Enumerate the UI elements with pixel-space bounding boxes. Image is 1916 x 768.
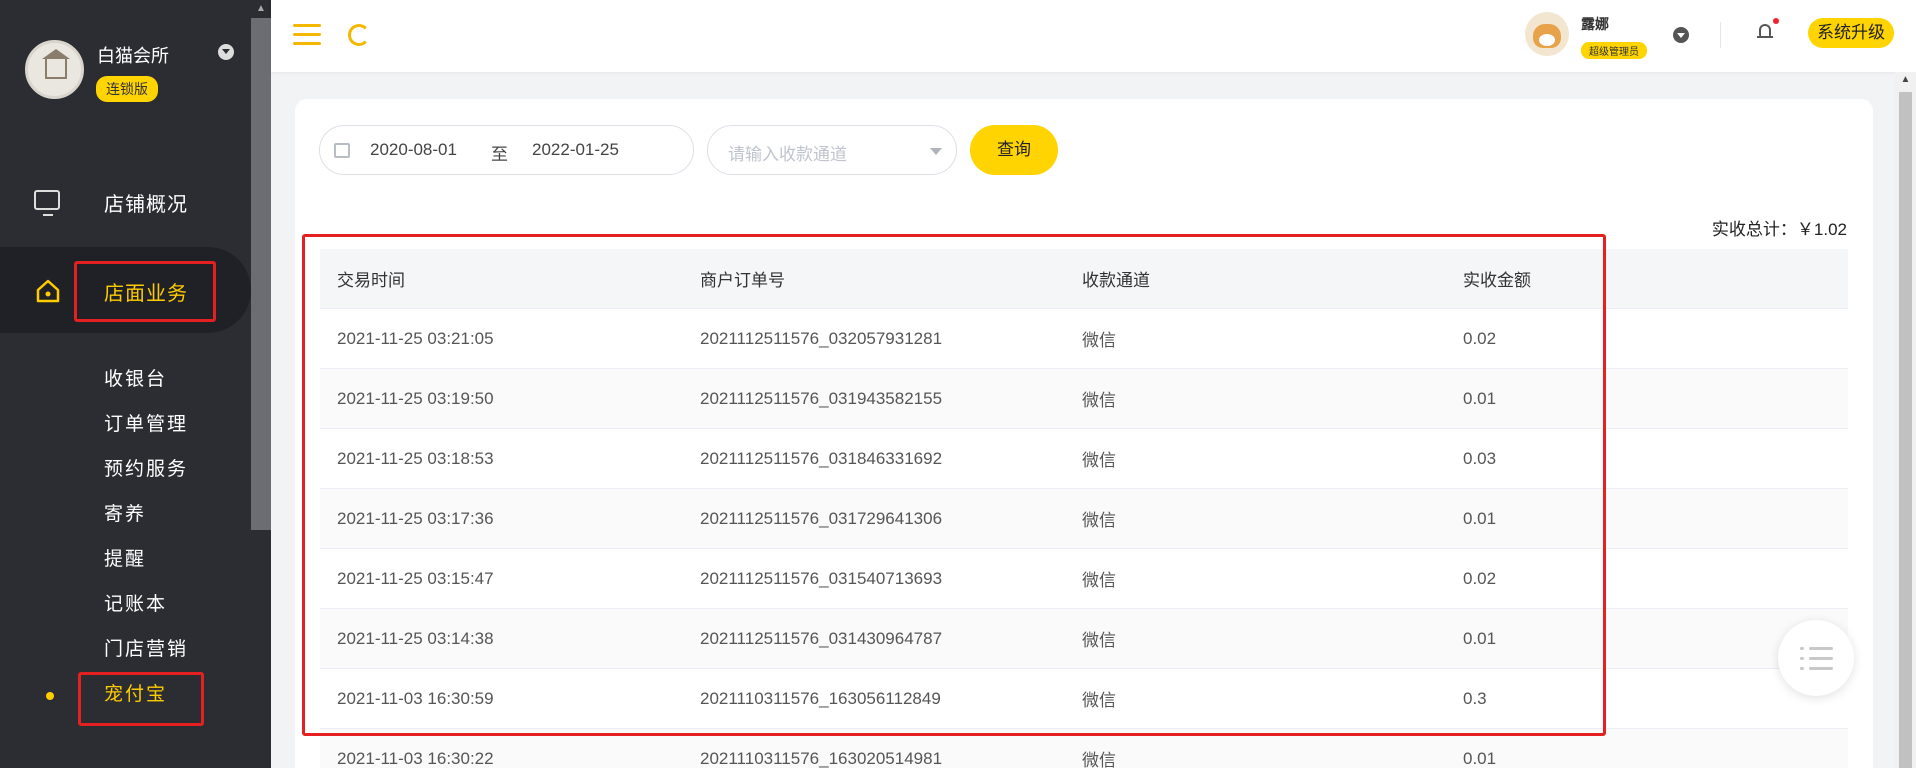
top-header: 露娜 超级管理员 系统升级 <box>271 0 1916 72</box>
date-range-picker[interactable]: 2020-08-01 至 2022-01-25 <box>319 125 694 175</box>
calendar-icon <box>334 143 350 158</box>
date-separator: 至 <box>491 145 508 164</box>
nav-item-store-overview[interactable]: 店铺概况 <box>0 158 251 244</box>
bell-icon[interactable] <box>1757 18 1779 40</box>
menu-icon[interactable] <box>293 24 321 46</box>
sub-nav-cashier[interactable]: 收银台 <box>104 362 188 407</box>
cell-time: 2021-11-03 16:30:22 <box>337 748 494 768</box>
sub-nav: 收银台 订单管理 预约服务 寄养 提醒 记账本 门店营销 宠付宝 <box>104 362 188 722</box>
main-scrollbar[interactable]: ▲ <box>1895 72 1916 768</box>
scrollbar-thumb[interactable] <box>1899 92 1912 768</box>
sidebar-scrollbar[interactable]: ▲ <box>251 0 271 768</box>
sub-nav-marketing[interactable]: 门店营销 <box>104 632 188 677</box>
scrollbar-thumb[interactable] <box>251 18 271 530</box>
scroll-up-icon[interactable]: ▲ <box>251 0 271 18</box>
scroll-up-icon[interactable]: ▲ <box>1895 74 1916 90</box>
avatar[interactable] <box>1525 12 1569 56</box>
user-name: 露娜 <box>1581 16 1609 32</box>
caret-down-icon <box>930 148 942 155</box>
sub-nav-orders[interactable]: 订单管理 <box>104 407 188 452</box>
active-indicator-dot <box>46 692 54 700</box>
sidebar: 白猫会所 连锁版 店铺概况 店面业务 收银台 订单管理 预约服务 寄养 提醒 记… <box>0 0 251 768</box>
cell-channel: 微信 <box>1082 751 1116 768</box>
query-button[interactable]: 查询 <box>970 125 1058 175</box>
nav-item-label: 店铺概况 <box>104 194 188 216</box>
store-brand: 白猫会所 连锁版 <box>25 40 234 102</box>
chevron-down-icon[interactable] <box>218 44 234 60</box>
store-avatar <box>25 40 84 99</box>
cell-order-no: 2021110311576_163020514981 <box>700 748 943 768</box>
chevron-down-icon[interactable] <box>1673 27 1689 43</box>
highlight-box <box>302 234 1606 736</box>
channel-placeholder: 请输入收款通道 <box>728 145 847 164</box>
date-start[interactable]: 2020-08-01 <box>370 140 457 160</box>
highlight-box <box>78 672 204 726</box>
total-received: 实收总计：￥1.02 <box>1711 220 1847 239</box>
user-role-badge: 超级管理员 <box>1581 42 1647 59</box>
date-end[interactable]: 2022-01-25 <box>532 140 619 160</box>
highlight-box <box>74 261 216 322</box>
sub-nav-ledger[interactable]: 记账本 <box>104 587 188 632</box>
upgrade-button[interactable]: 系统升级 <box>1808 18 1894 48</box>
channel-select[interactable]: 请输入收款通道 <box>707 125 957 175</box>
refresh-icon[interactable] <box>348 24 370 46</box>
store-edition-badge: 连锁版 <box>96 76 158 102</box>
sub-nav-boarding[interactable]: 寄养 <box>104 497 188 542</box>
home-icon <box>36 279 60 303</box>
list-menu-button[interactable] <box>1778 620 1854 696</box>
cell-amount: 0.01 <box>1463 748 1497 768</box>
sub-nav-reminders[interactable]: 提醒 <box>104 542 188 587</box>
divider <box>1720 22 1721 48</box>
monitor-icon <box>34 190 60 216</box>
sub-nav-appointments[interactable]: 预约服务 <box>104 452 188 497</box>
store-name[interactable]: 白猫会所 <box>97 42 169 68</box>
